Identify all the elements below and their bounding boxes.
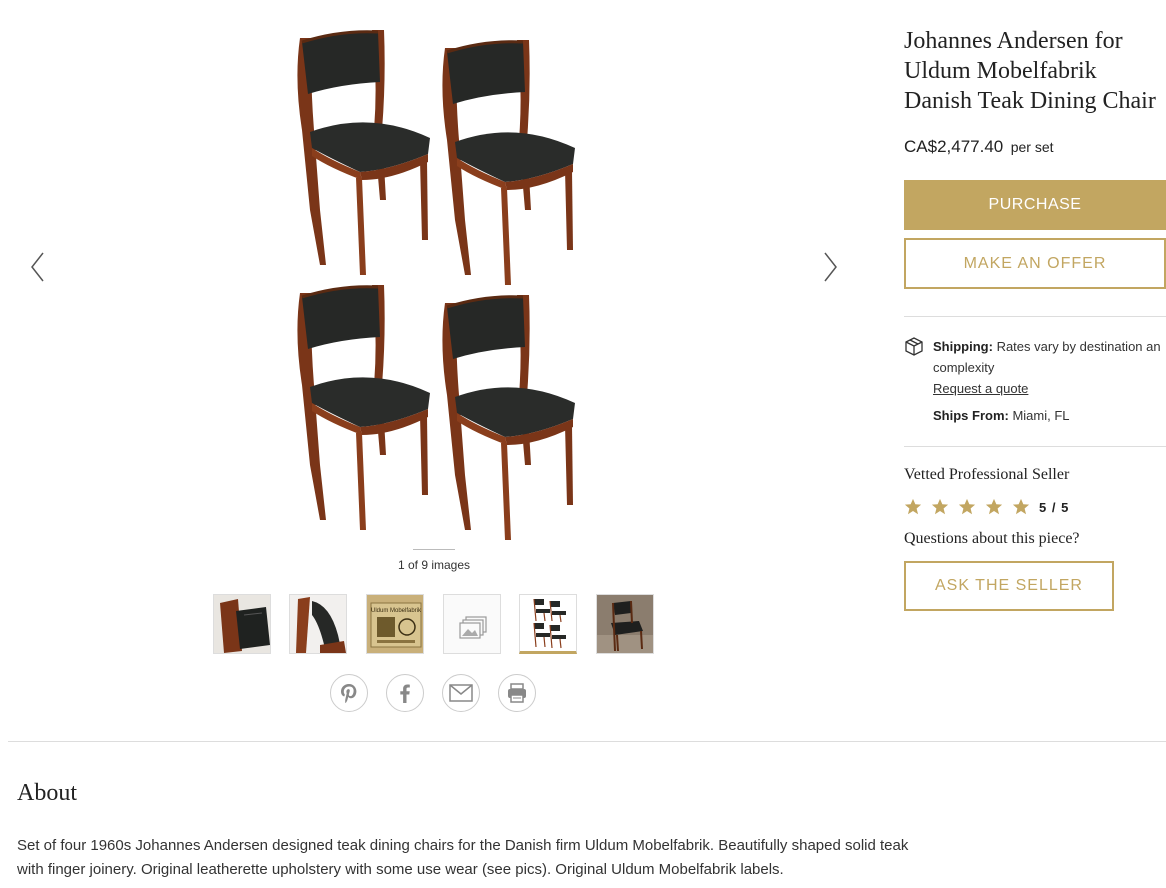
about-heading: About — [17, 780, 77, 806]
product-title-line-1: Johannes Andersen for — [904, 28, 1123, 54]
ask-the-seller-button[interactable]: ASK THE SELLER — [904, 561, 1114, 611]
section-divider — [8, 741, 1166, 742]
ships-from: Ships From: Miami, FL — [933, 408, 1070, 423]
thumbnail-more-images[interactable] — [443, 594, 501, 654]
shipping-info: Shipping: Rates vary by destination an c… — [933, 336, 1166, 399]
shipping-box-icon — [905, 337, 923, 356]
star-icon — [931, 498, 949, 515]
facebook-share-button[interactable] — [386, 674, 424, 712]
email-icon — [449, 684, 473, 702]
product-title-line-2: Uldum Mobelfabrik — [904, 58, 1097, 84]
print-button[interactable] — [498, 674, 536, 712]
pinterest-share-button[interactable] — [330, 674, 368, 712]
ships-from-label: Ships From: — [933, 408, 1009, 423]
price-row: CA$2,477.40 per set — [904, 137, 1054, 157]
product-title-line-3: Danish Teak Dining Chair — [904, 88, 1156, 114]
more-images-icon — [444, 595, 500, 653]
product-title: Johannes Andersen for Uldum Mobelfabrik … — [904, 26, 1166, 116]
thumbnail-label-text: Uldum Mobelfabrik — [371, 608, 422, 614]
shipping-rates-text: Rates vary by destination an — [996, 339, 1161, 354]
about-description-line-2: with finger joinery. Original leatherett… — [17, 861, 784, 878]
main-product-image[interactable] — [270, 10, 615, 545]
thumbnail-single-chair[interactable] — [596, 594, 654, 654]
facebook-icon — [400, 684, 410, 703]
next-image-arrow-icon[interactable] — [820, 250, 840, 284]
request-a-quote-link[interactable]: Request a quote — [933, 381, 1028, 396]
ships-from-value: Miami, FL — [1012, 408, 1070, 423]
seller-rating-stars — [904, 498, 1030, 516]
star-icon — [958, 498, 976, 515]
image-counter: 1 of 9 images — [397, 558, 471, 572]
thumbnail-label[interactable]: Uldum Mobelfabrik — [366, 594, 424, 654]
star-icon — [1012, 498, 1030, 515]
email-share-button[interactable] — [442, 674, 480, 712]
shipping-rates-text-continued: complexity — [933, 360, 995, 375]
make-an-offer-button[interactable]: MAKE AN OFFER — [904, 238, 1166, 289]
thumbnail-chair-detail-2[interactable] — [289, 594, 347, 654]
thumbnail-four-chairs[interactable] — [519, 594, 577, 654]
star-icon — [904, 498, 922, 515]
product-price: CA$2,477.40 — [904, 137, 1004, 156]
image-counter-divider — [413, 549, 455, 550]
price-unit: per set — [1010, 139, 1054, 155]
star-icon — [985, 498, 1003, 515]
pinterest-icon — [341, 684, 357, 704]
divider — [904, 446, 1166, 447]
questions-heading: Questions about this piece? — [904, 530, 1080, 547]
purchase-button[interactable]: PURCHASE — [904, 180, 1166, 230]
previous-image-arrow-icon[interactable] — [28, 250, 48, 284]
thumbnail-chair-detail-1[interactable] — [213, 594, 271, 654]
divider — [904, 316, 1166, 317]
print-icon — [508, 683, 526, 703]
seller-rating-value: 5 / 5 — [1039, 500, 1070, 515]
about-description: Set of four 1960s Johannes Andersen desi… — [17, 834, 952, 882]
about-description-line-1: Set of four 1960s Johannes Andersen desi… — [17, 837, 909, 854]
vetted-seller-label: Vetted Professional Seller — [904, 466, 1070, 483]
shipping-label: Shipping: — [933, 339, 993, 354]
